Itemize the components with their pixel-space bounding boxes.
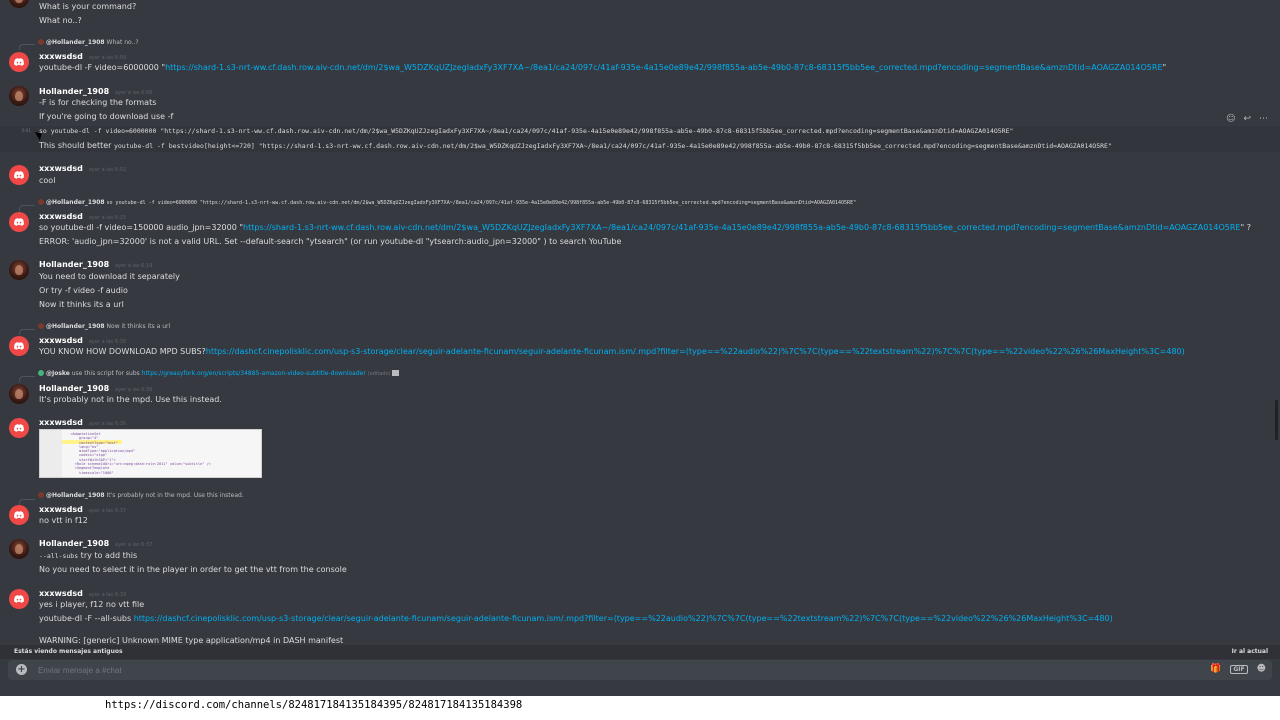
jump-to-present-button[interactable]: Ir al actual [1232, 648, 1268, 655]
author-name[interactable]: xxxwsdsd [39, 589, 83, 598]
avatar[interactable] [9, 0, 29, 8]
address-bar-overlay: https://discord.com/channels/82481718413… [0, 696, 1280, 720]
reply-spine [19, 499, 35, 505]
message-text: so youtube-dl -f video=150000 audio_jpn=… [39, 223, 1251, 232]
avatar[interactable] [9, 52, 29, 72]
image-attachment-code: <AdaptationSet group="4" contentType="te… [70, 432, 211, 475]
avatar[interactable] [9, 212, 29, 232]
author-name[interactable]: xxxwsdsd [39, 505, 83, 514]
message-text: Or try -f video -f audio [39, 286, 128, 295]
message-link[interactable]: https://shard-1.s3-nrt-ww.cf.dash.row.ai… [243, 223, 1240, 232]
avatar[interactable] [9, 384, 29, 404]
message-text: You need to download it separately [39, 272, 180, 281]
timestamp: ayer a las 6:36 [115, 387, 153, 393]
author-name[interactable]: xxxwsdsd [39, 418, 83, 427]
image-attachment[interactable]: <AdaptationSet group="4" contentType="te… [39, 429, 262, 478]
window-bottom-band [0, 680, 1280, 696]
gif-button[interactable]: GIF [1230, 664, 1248, 674]
timestamp: ayer a las 6:19 [115, 263, 153, 269]
avatar[interactable] [9, 589, 29, 609]
message-text: yes i player, f12 no vtt file [39, 600, 145, 609]
message-text: No you need to select it in the player i… [39, 565, 347, 574]
avatar[interactable] [9, 165, 29, 185]
message-link[interactable]: https://dashcf.cinepolisklic.com/usp-s3-… [134, 614, 1113, 623]
image-icon [392, 370, 400, 376]
message-hover-toolbar: ☺ ↩ ⋯ [1226, 114, 1268, 124]
message-input[interactable] [38, 663, 1188, 677]
message-link[interactable]: https://shard-1.s3-nrt-ww.cf.dash.row.ai… [165, 63, 1162, 72]
scrollbar-thumb[interactable] [1275, 400, 1278, 440]
reply-preview[interactable]: @Joske use this script for subs https://… [38, 369, 400, 379]
message-code-line: so youtube-dl -f video=6000000 "https://… [39, 127, 1014, 135]
chat-messages: 6:01 ☺ ↩ ⋯ What is your command? What no… [0, 0, 1280, 648]
message-text: YOU KNOW HOW DOWNLOAD MPD SUBS?https://d… [39, 347, 1185, 356]
avatar[interactable] [9, 418, 29, 438]
timestamp: ayer a las 6:37 [88, 508, 127, 514]
author-name[interactable]: Hollander_1908 [39, 539, 109, 548]
reply-spine [19, 376, 35, 382]
message-text: no vtt in f12 [39, 516, 88, 525]
avatar[interactable] [9, 539, 29, 559]
gift-icon[interactable]: 🎁 [1210, 664, 1221, 674]
author-name[interactable]: xxxwsdsd [39, 52, 83, 61]
author-name[interactable]: Hollander_1908 [39, 260, 109, 269]
message-text: If you're going to download use -f [39, 112, 174, 121]
message-link[interactable]: https://dashcf.cinepolisklic.com/usp-s3-… [206, 347, 1185, 356]
message-text: ERROR: 'audio_jpn=32000' is not a valid … [39, 237, 622, 246]
timestamp: ayer a las 6:36 [88, 421, 127, 427]
timestamp: ayer a las 6:35 [88, 339, 127, 345]
reply-icon[interactable]: ↩ [1243, 114, 1251, 124]
timestamp: ayer a las 6:02 [88, 167, 127, 173]
author-name[interactable]: xxxwsdsd [39, 212, 83, 221]
reply-spine [19, 205, 35, 211]
timestamp: ayer a las 6:15 [88, 215, 127, 221]
emoji-icon[interactable]: ☻ [1257, 664, 1266, 674]
upload-plus-icon[interactable]: + [16, 664, 27, 675]
author-name[interactable]: xxxwsdsd [39, 336, 83, 345]
message-text: -F is for checking the formats [39, 98, 157, 107]
message-text: What is your command? [39, 2, 137, 11]
avatar[interactable] [9, 505, 29, 525]
reply-preview[interactable]: @Hollander_1908 It's probably not in the… [38, 491, 244, 500]
older-messages-label: Estás viendo mensajes antiguos [14, 648, 123, 655]
avatar[interactable] [9, 260, 29, 280]
message-text: This should better youtube-dl -f bestvid… [39, 141, 1112, 150]
message-text: It's probably not in the mpd. Use this i… [39, 395, 222, 404]
message-text: What no..? [39, 16, 82, 25]
hover-timestamp: 6:01 [22, 128, 31, 133]
message-text: youtube-dl -F --all-subs https://dashcf.… [39, 614, 1113, 623]
older-messages-bar: Estás viendo mensajes antiguos Ir al act… [0, 645, 1280, 659]
author-name[interactable]: Hollander_1908 [39, 384, 109, 393]
avatar[interactable] [9, 336, 29, 356]
inline-code: youtube-dl -f bestvideo[height<=720] "ht… [113, 142, 1112, 150]
reply-preview[interactable]: @Hollander_1908 Now it thinks its a url [38, 322, 170, 331]
message-text: cool [39, 176, 56, 185]
reply-preview[interactable]: @Hollander_1908 What no..? [38, 38, 139, 47]
message-text: Now it thinks its a url [39, 300, 124, 309]
page-url: https://discord.com/channels/82481718413… [105, 699, 523, 711]
timestamp: ayer a las 6:00 [88, 55, 127, 61]
author-name[interactable]: xxxwsdsd [39, 164, 83, 173]
reply-preview[interactable]: @Hollander_1908 so youtube-dl -f video=6… [38, 198, 856, 208]
message-text: youtube-dl -F video=6000000 "https://sha… [39, 63, 1167, 72]
more-icon[interactable]: ⋯ [1259, 114, 1268, 124]
message-text: --all-subs try to add this [39, 551, 138, 560]
reply-spine [19, 329, 35, 335]
inline-code: --all-subs [39, 552, 79, 560]
timestamp: ayer a las 6:37 [115, 542, 153, 548]
timestamp: ayer a las 6:39 [88, 592, 127, 598]
add-reaction-icon[interactable]: ☺ [1226, 114, 1235, 124]
reply-spine [19, 44, 35, 50]
avatar[interactable] [9, 86, 29, 106]
message-composer: + 🎁 GIF ☻ [8, 660, 1272, 680]
author-name[interactable]: Hollander_1908 [39, 87, 109, 96]
timestamp: ayer a las 6:00 [115, 90, 153, 96]
